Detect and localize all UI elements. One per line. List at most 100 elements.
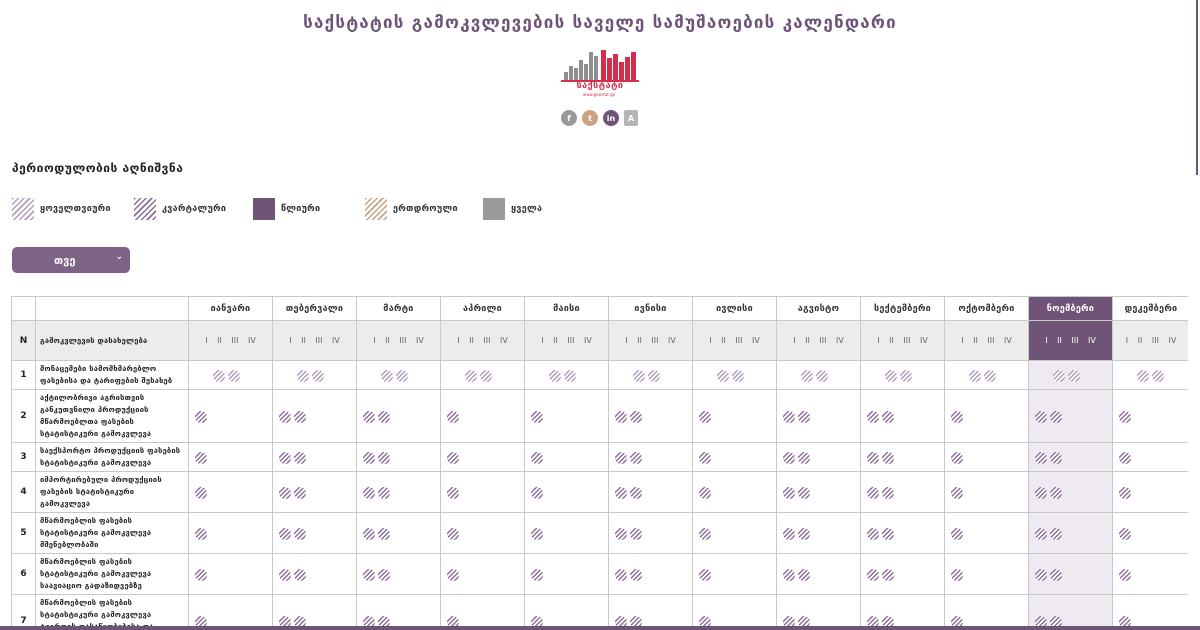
quarterly-survey-icon[interactable]: [882, 528, 894, 540]
quarterly-survey-icon[interactable]: [1119, 452, 1131, 464]
quarterly-survey-icon[interactable]: [294, 528, 306, 540]
quarterly-survey-icon[interactable]: [882, 569, 894, 581]
quarterly-survey-icon[interactable]: [447, 569, 459, 581]
quarterly-survey-icon[interactable]: [699, 411, 711, 423]
quarterly-survey-icon[interactable]: [798, 487, 810, 499]
quarterly-survey-icon[interactable]: [279, 411, 291, 423]
quarterly-survey-icon[interactable]: [378, 452, 390, 464]
survey-name[interactable]: აქტილობრივი აგრისთვის განკუთვნილი პროდუქ…: [35, 389, 189, 443]
monthly-survey-icon[interactable]: [633, 370, 645, 382]
quarterly-survey-icon[interactable]: [531, 487, 543, 499]
quarterly-survey-icon[interactable]: [531, 569, 543, 581]
quarterly-survey-icon[interactable]: [630, 528, 642, 540]
monthly-survey-icon[interactable]: [396, 370, 408, 382]
quarterly-survey-icon[interactable]: [1035, 569, 1047, 581]
quarterly-survey-icon[interactable]: [531, 452, 543, 464]
quarterly-survey-icon[interactable]: [951, 569, 963, 581]
quarterly-survey-icon[interactable]: [447, 411, 459, 423]
quarterly-survey-icon[interactable]: [867, 487, 879, 499]
quarterly-survey-icon[interactable]: [363, 452, 375, 464]
quarterly-survey-icon[interactable]: [951, 528, 963, 540]
monthly-survey-icon[interactable]: [816, 370, 828, 382]
month-header[interactable]: ივნისი: [608, 296, 693, 321]
quarterly-survey-icon[interactable]: [363, 487, 375, 499]
monthly-survey-icon[interactable]: [969, 370, 981, 382]
survey-name[interactable]: მწარმოებლის ფასების სტატისტიკური გამოკვლ…: [35, 594, 189, 630]
quarterly-survey-icon[interactable]: [615, 487, 627, 499]
geostat-logo[interactable]: საქსტატი www.geostat.ge: [561, 48, 639, 100]
monthly-survey-icon[interactable]: [213, 370, 225, 382]
quarterly-survey-icon[interactable]: [951, 411, 963, 423]
quarterly-survey-icon[interactable]: [294, 569, 306, 581]
facebook-icon[interactable]: f: [561, 110, 577, 126]
quarterly-survey-icon[interactable]: [279, 528, 291, 540]
quarterly-survey-icon[interactable]: [294, 452, 306, 464]
quarterly-survey-icon[interactable]: [195, 569, 207, 581]
month-header[interactable]: იანვარი: [188, 296, 273, 321]
quarterly-survey-icon[interactable]: [531, 411, 543, 423]
quarterly-survey-icon[interactable]: [798, 569, 810, 581]
quarterly-survey-icon[interactable]: [447, 528, 459, 540]
survey-name[interactable]: მწარმოებლის ფასების სტატისტიკური გამოკვლ…: [35, 512, 189, 554]
monthly-survey-icon[interactable]: [717, 370, 729, 382]
table-row[interactable]: 7 მწარმოებლის ფასების სტატისტიკური გამოკვ…: [11, 594, 1188, 630]
quarterly-survey-icon[interactable]: [363, 411, 375, 423]
monthly-survey-icon[interactable]: [900, 370, 912, 382]
quarterly-survey-icon[interactable]: [1035, 487, 1047, 499]
quarterly-survey-icon[interactable]: [783, 487, 795, 499]
monthly-survey-icon[interactable]: [381, 370, 393, 382]
quarterly-survey-icon[interactable]: [1050, 487, 1062, 499]
monthly-survey-icon[interactable]: [1068, 370, 1080, 382]
month-header[interactable]: აგვისტო: [776, 296, 861, 321]
quarterly-survey-icon[interactable]: [363, 528, 375, 540]
quarterly-survey-icon[interactable]: [615, 452, 627, 464]
quarterly-survey-icon[interactable]: [1119, 569, 1131, 581]
survey-name[interactable]: იმპორტირებული პროდუქციის ფასების სტატისტ…: [35, 471, 189, 513]
monthly-survey-icon[interactable]: [885, 370, 897, 382]
quarterly-survey-icon[interactable]: [1050, 528, 1062, 540]
quarterly-survey-icon[interactable]: [363, 569, 375, 581]
quarterly-survey-icon[interactable]: [630, 411, 642, 423]
quarterly-survey-icon[interactable]: [1035, 452, 1047, 464]
month-select[interactable]: თვე ⌄: [12, 247, 130, 273]
monthly-survey-icon[interactable]: [480, 370, 492, 382]
month-header[interactable]: ნოემბერი: [1028, 296, 1113, 321]
quarterly-survey-icon[interactable]: [699, 487, 711, 499]
quarterly-survey-icon[interactable]: [279, 487, 291, 499]
calendar-table-container[interactable]: იანვარი თებერვალი მარტი აპრილი მაისი ივნისი ივ…: [11, 296, 1188, 630]
table-row[interactable]: 6 მწარმოებლის ფასების სტატისტიკური გამოკვ…: [11, 553, 1188, 595]
table-row[interactable]: 4 იმპორტირებული პროდუქციის ფასების სტატის…: [11, 471, 1188, 513]
quarterly-survey-icon[interactable]: [279, 569, 291, 581]
month-header[interactable]: მაისი: [524, 296, 609, 321]
monthly-survey-icon[interactable]: [648, 370, 660, 382]
monthly-survey-icon[interactable]: [297, 370, 309, 382]
quarterly-survey-icon[interactable]: [783, 569, 795, 581]
quarterly-survey-icon[interactable]: [378, 487, 390, 499]
quarterly-survey-icon[interactable]: [615, 528, 627, 540]
quarterly-survey-icon[interactable]: [195, 411, 207, 423]
monthly-survey-icon[interactable]: [1137, 370, 1149, 382]
survey-name[interactable]: მონაცემები სამომხმარებლო ფასებისა და ტარ…: [35, 360, 189, 390]
quarterly-survey-icon[interactable]: [798, 411, 810, 423]
quarterly-survey-icon[interactable]: [783, 528, 795, 540]
quarterly-survey-icon[interactable]: [1035, 528, 1047, 540]
month-header[interactable]: აპრილი: [440, 296, 525, 321]
monthly-survey-icon[interactable]: [984, 370, 996, 382]
monthly-survey-icon[interactable]: [465, 370, 477, 382]
quarterly-survey-icon[interactable]: [378, 569, 390, 581]
quarterly-survey-icon[interactable]: [195, 528, 207, 540]
table-row[interactable]: 2 აქტილობრივი აგრისთვის განკუთვნილი პროდუ…: [11, 389, 1188, 443]
monthly-survey-icon[interactable]: [801, 370, 813, 382]
quarterly-survey-icon[interactable]: [1119, 411, 1131, 423]
month-header[interactable]: მარტი: [356, 296, 441, 321]
survey-name[interactable]: საექსპორტო პროდუქციის ფასების სტატისტიკუ…: [35, 442, 189, 472]
twitter-icon[interactable]: t: [582, 110, 598, 126]
quarterly-survey-icon[interactable]: [279, 452, 291, 464]
monthly-survey-icon[interactable]: [1053, 370, 1065, 382]
quarterly-survey-icon[interactable]: [867, 528, 879, 540]
quarterly-survey-icon[interactable]: [615, 411, 627, 423]
survey-name[interactable]: მწარმოებლის ფასების სტატისტიკური გამოკვლ…: [35, 553, 189, 595]
month-header[interactable]: ოქტომბერი: [944, 296, 1029, 321]
monthly-survey-icon[interactable]: [564, 370, 576, 382]
quarterly-survey-icon[interactable]: [294, 487, 306, 499]
